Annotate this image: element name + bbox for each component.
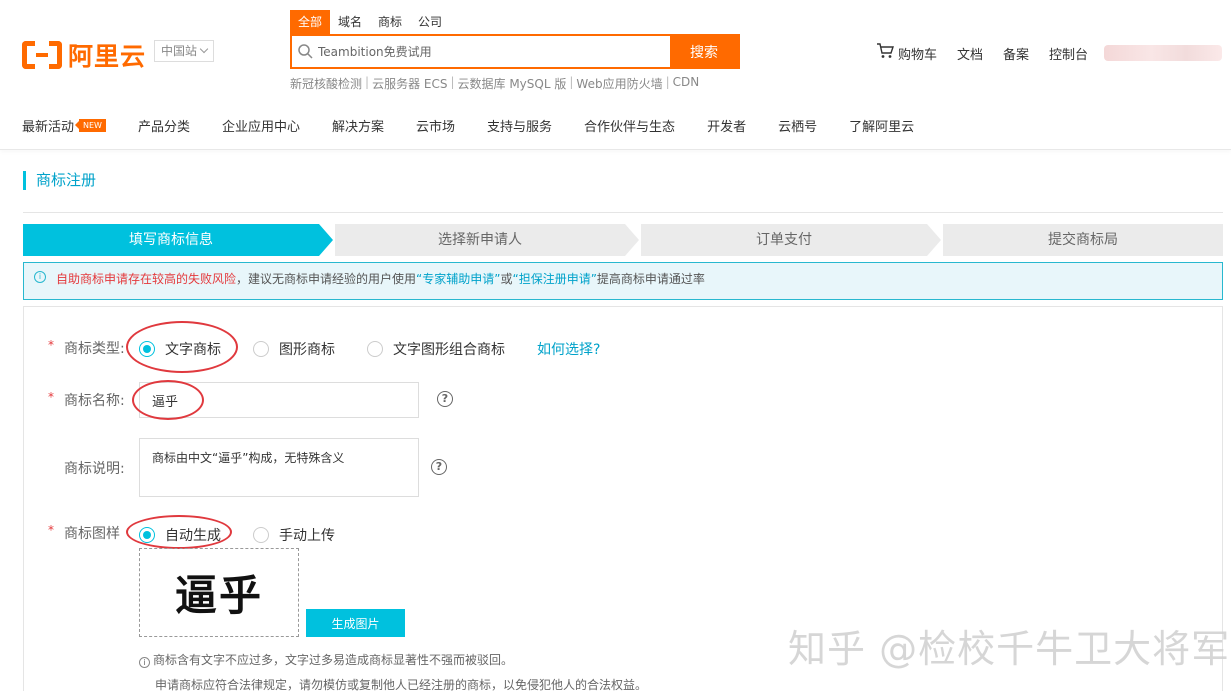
progress-steps: 填写商标信息 选择新申请人 订单支付 提交商标局	[23, 224, 1223, 256]
divider: |	[450, 75, 455, 89]
note-text: 申请商标应符合法律规定，请勿模仿或复制他人已经注册的商标，以免侵犯他人的合法权益…	[155, 678, 648, 691]
search-tab-all[interactable]: 全部	[290, 10, 331, 34]
step-payment: 订单支付	[641, 224, 927, 256]
guarantee-apply-link[interactable]: “担保注册申请”	[512, 272, 596, 286]
search-box: 搜索	[290, 34, 740, 69]
user-account-blurred[interactable]	[1104, 45, 1223, 61]
radio-label: 文字图形组合商标	[393, 342, 505, 358]
radio-icon	[253, 341, 269, 357]
site-header: 阿里云 中国站 全部 域名 商标 公司 搜索 新冠核酸检测| 云服务器 ECS|…	[0, 0, 1231, 150]
required-mark: *	[48, 390, 54, 404]
step-arrow	[927, 224, 941, 256]
step-arrow	[625, 224, 639, 256]
page-title: 商标注册	[23, 171, 96, 190]
nav-item-label: 最新活动	[22, 120, 75, 135]
nav-item-developer[interactable]: 开发者	[707, 116, 746, 135]
alert-text: 或	[500, 272, 513, 286]
note-text: i 商标含有文字不应过多，文字过多易造成商标显著性不强而被驳回。	[139, 651, 513, 668]
generate-image-button[interactable]: 生成图片	[306, 609, 405, 637]
hot-search-links: 新冠核酸检测 | 云服务器 ECS | 云数据库 MySQL 版 | Web应用防火墙…	[290, 75, 699, 92]
nav-item-latest[interactable]: 最新活动 NEW	[22, 116, 106, 135]
search-tab-trademark[interactable]: 商标	[370, 10, 410, 34]
info-icon: i	[139, 657, 150, 668]
hot-link[interactable]: 云数据库 MySQL 版	[458, 75, 567, 92]
watermark: 知乎 @检校千牛卫大将军	[788, 627, 1231, 671]
new-badge: NEW	[75, 119, 106, 132]
step-select-applicant: 选择新申请人	[335, 224, 625, 256]
logo-text: 阿里云	[68, 42, 147, 71]
trademark-sample-label: 商标图样	[64, 526, 120, 542]
console-link[interactable]: 控制台	[1049, 44, 1088, 63]
divider: |	[365, 75, 370, 89]
risk-alert: i 自助商标申请存在较高的失败风险，建议无商标申请经验的用户使用“专家辅助申请”…	[23, 262, 1223, 300]
hot-link[interactable]: CDN	[673, 75, 700, 92]
chevron-down-icon	[199, 44, 209, 54]
search-button[interactable]: 搜索	[670, 36, 738, 67]
help-icon[interactable]: ?	[437, 391, 453, 407]
alert-text: 提高商标申请通过率	[596, 272, 705, 286]
nav-item-solutions[interactable]: 解决方案	[332, 116, 384, 135]
search-input[interactable]	[318, 36, 670, 67]
hot-link[interactable]: Web应用防火墙	[576, 75, 662, 92]
cart-icon	[876, 43, 894, 63]
annotation-circle	[126, 321, 238, 373]
nav-item-products[interactable]: 产品分类	[138, 116, 190, 135]
divider: |	[569, 75, 574, 89]
search-tab-company[interactable]: 公司	[410, 10, 450, 34]
search-tab-domain[interactable]: 域名	[330, 10, 370, 34]
nav-item-about[interactable]: 了解阿里云	[849, 116, 914, 135]
step-submit: 提交商标局	[943, 224, 1223, 256]
radio-icon	[253, 527, 269, 543]
nav-item-market[interactable]: 云市场	[416, 116, 455, 135]
aliyun-logo-icon	[22, 41, 62, 69]
radio-icon	[367, 341, 383, 357]
trademark-desc-label: 商标说明:	[64, 461, 125, 477]
nav-item-support[interactable]: 支持与服务	[487, 116, 552, 135]
alert-risk-text: 自助商标申请存在较高的失败风险	[56, 272, 237, 286]
divider: |	[665, 75, 670, 89]
how-to-choose-link[interactable]: 如何选择?	[537, 339, 600, 359]
nav-item-partners[interactable]: 合作伙伴与生态	[584, 116, 675, 135]
step-arrow	[319, 224, 333, 256]
search-icon	[292, 36, 318, 67]
step-fill-info: 填写商标信息	[23, 224, 319, 256]
hot-link[interactable]: 新冠核酸检测	[290, 75, 362, 92]
hot-link[interactable]: 云服务器 ECS	[372, 75, 447, 92]
info-icon: i	[34, 271, 46, 283]
cart-link[interactable]: 购物车	[876, 43, 937, 63]
trademark-desc-textarea[interactable]: 商标由中文“逼乎”构成，无特殊含义	[139, 438, 419, 497]
top-right-menu: 购物车 文档 备案 控制台	[876, 43, 1223, 63]
expert-apply-link[interactable]: “专家辅助申请”	[416, 272, 500, 286]
radio-graphic-mark[interactable]: 图形商标	[253, 339, 335, 359]
icp-link[interactable]: 备案	[1003, 44, 1029, 63]
required-mark: *	[48, 338, 54, 352]
search-tabs: 全部 域名 商标 公司	[290, 10, 450, 34]
radio-label: 图形商标	[279, 342, 335, 358]
radio-combined-mark[interactable]: 文字图形组合商标	[367, 339, 505, 359]
trademark-name-label: 商标名称:	[64, 393, 125, 409]
nav-item-enterprise[interactable]: 企业应用中心	[222, 116, 300, 135]
divider	[23, 212, 1223, 213]
nav-item-yunqi[interactable]: 云栖号	[778, 116, 817, 135]
docs-link[interactable]: 文档	[957, 44, 983, 63]
alert-text: ，建议无商标申请经验的用户使用	[236, 272, 417, 286]
main-nav: 最新活动 NEW 产品分类 企业应用中心 解决方案 云市场 支持与服务 合作伙伴…	[22, 116, 946, 135]
radio-manual-upload[interactable]: 手动上传	[253, 525, 335, 545]
cart-label: 购物车	[898, 47, 938, 63]
annotation-circle	[132, 380, 204, 420]
trademark-type-label: 商标类型:	[64, 341, 125, 357]
region-label: 中国站	[161, 44, 198, 58]
aliyun-logo[interactable]: 阿里云	[22, 37, 146, 73]
radio-label: 手动上传	[279, 528, 335, 544]
required-mark: *	[48, 523, 54, 537]
region-selector[interactable]: 中国站	[154, 40, 215, 62]
annotation-circle	[126, 515, 232, 549]
trademark-preview: 逼乎	[139, 548, 299, 637]
help-icon[interactable]: ?	[431, 459, 447, 475]
